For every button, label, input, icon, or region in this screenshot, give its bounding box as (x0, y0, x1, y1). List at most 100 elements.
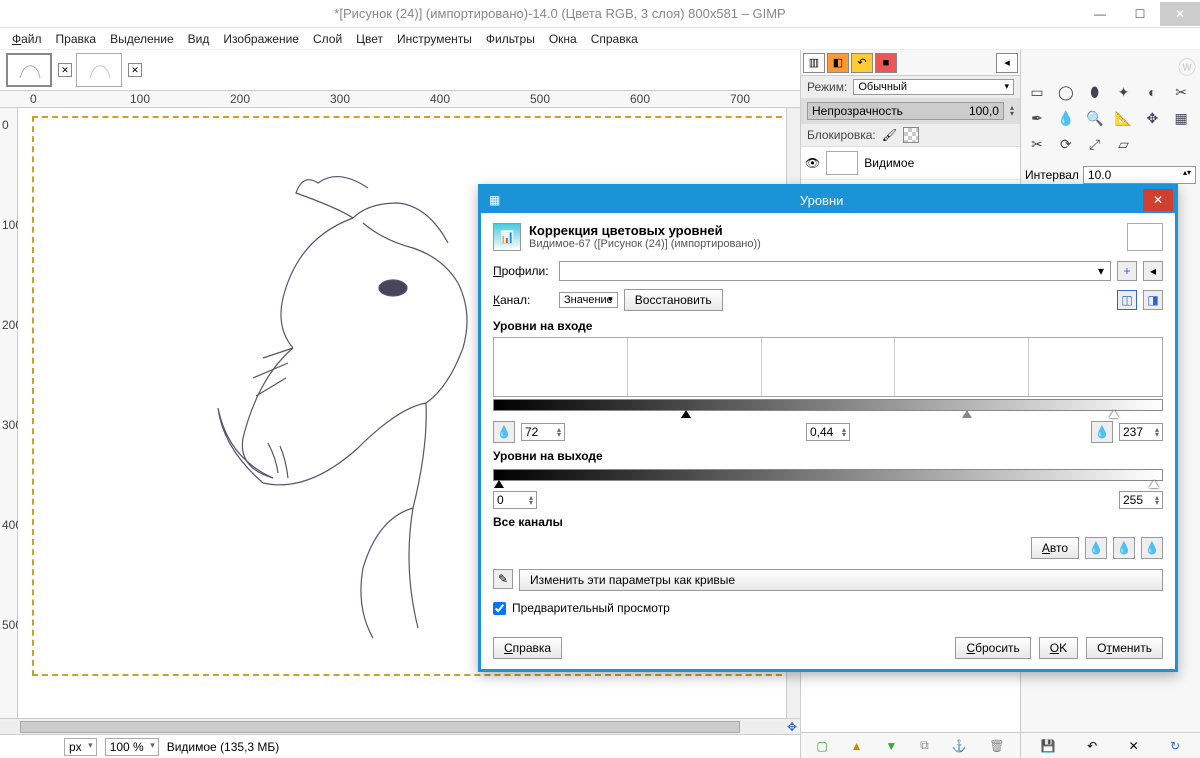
dock-tab-layers[interactable]: ▥ (803, 53, 825, 73)
help-button[interactable]: Справка (493, 637, 562, 659)
save-opts-icon[interactable]: 💾 (1041, 739, 1056, 753)
menu-select[interactable]: Выделение (104, 30, 180, 48)
channel-label: Канал: (493, 293, 553, 307)
profiles-combo[interactable] (559, 261, 1111, 281)
restore-opts-icon[interactable]: ↶ (1087, 739, 1097, 753)
cancel-button[interactable]: Отменить (1086, 637, 1163, 659)
dialog-close-button[interactable]: ✕ (1143, 189, 1173, 211)
curves-icon-button[interactable]: ✎ (493, 569, 513, 589)
auto-button[interactable]: Авто (1031, 537, 1079, 559)
duplicate-layer-icon[interactable]: ⧉ (920, 738, 929, 753)
black-picker[interactable]: 💧 (493, 421, 515, 443)
pick-black-button[interactable]: 💧 (1085, 537, 1107, 559)
histogram-log-button[interactable]: ◨ (1143, 290, 1163, 310)
ok-button[interactable]: OK (1039, 637, 1078, 659)
rect-select-tool[interactable]: ▭ (1025, 80, 1049, 104)
dock-tab-channels[interactable]: ◧ (827, 53, 849, 73)
move-tool[interactable]: ✥ (1140, 106, 1164, 130)
color-select-tool[interactable]: ◐ (1140, 80, 1164, 104)
menu-edit[interactable]: Правка (50, 30, 103, 48)
out-black-slider[interactable] (494, 480, 504, 488)
dialog-preview-thumb (1127, 223, 1163, 251)
free-select-tool[interactable]: ⬮ (1083, 80, 1107, 104)
dock-tab-paths[interactable]: ■ (875, 53, 897, 73)
input-gradient[interactable] (493, 399, 1163, 411)
menu-color[interactable]: Цвет (350, 30, 389, 48)
menu-file[interactable]: Файл (6, 30, 48, 48)
anchor-layer-icon[interactable]: ⚓ (952, 739, 967, 753)
image-tab-2[interactable] (76, 53, 122, 87)
raise-layer-icon[interactable]: ▲ (851, 739, 863, 753)
channel-combo[interactable]: Значение (559, 292, 618, 308)
reset-opts-icon[interactable]: ↻ (1170, 739, 1180, 753)
zoom-combo[interactable]: 100 % (105, 738, 159, 756)
menu-filters[interactable]: Фильтры (480, 30, 541, 48)
dialog-titlebar[interactable]: ▦ Уровни ✕ (481, 187, 1175, 213)
new-layer-icon[interactable]: ▢ (816, 739, 827, 753)
layer-item[interactable]: 👁 Видимое (801, 147, 1020, 180)
menu-tools[interactable]: Инструменты (391, 30, 478, 48)
maximize-button[interactable]: ☐ (1120, 2, 1160, 26)
paths-tool[interactable]: ✒ (1025, 106, 1049, 130)
output-high[interactable]: 255▴▾ (1119, 491, 1163, 509)
visibility-icon[interactable]: 👁 (805, 156, 820, 170)
shear-tool[interactable]: ▱ (1112, 132, 1136, 156)
scale-tool[interactable]: ⤢ (1083, 132, 1107, 156)
unit-combo[interactable]: px (64, 738, 97, 756)
input-high[interactable]: 237▴▾ (1119, 423, 1163, 441)
rotate-tool[interactable]: ⟳ (1054, 132, 1078, 156)
close-button[interactable]: ✕ (1160, 2, 1200, 26)
menu-help[interactable]: Справка (585, 30, 644, 48)
profile-menu-button[interactable]: ◂ (1143, 261, 1163, 281)
white-picker[interactable]: 💧 (1091, 421, 1113, 443)
dock-menu-button[interactable]: ◂ (996, 53, 1018, 73)
menu-windows[interactable]: Окна (543, 30, 583, 48)
pick-white-button[interactable]: 💧 (1141, 537, 1163, 559)
black-point-slider[interactable] (681, 410, 691, 418)
layer-name[interactable]: Видимое (864, 156, 914, 170)
scrollbar-horizontal[interactable]: ✥ (0, 718, 800, 734)
menu-view[interactable]: Вид (182, 30, 216, 48)
color-picker-tool[interactable]: 💧 (1054, 106, 1078, 130)
dialog-subheading: Видимое-67 ([Рисунок (24)] (импортирован… (529, 238, 761, 250)
input-gamma[interactable]: 0,44▴▾ (806, 423, 850, 441)
histogram (493, 337, 1163, 397)
measure-tool[interactable]: 📐 (1112, 106, 1136, 130)
fuzzy-select-tool[interactable]: ✦ (1112, 80, 1136, 104)
white-point-slider[interactable] (1109, 410, 1119, 418)
output-low[interactable]: 0▴▾ (493, 491, 537, 509)
dock-tab-undo[interactable]: ↶ (851, 53, 873, 73)
crop-tool[interactable]: ✂ (1025, 132, 1049, 156)
output-gradient[interactable] (493, 469, 1163, 481)
gamma-slider[interactable] (962, 410, 972, 418)
reset-button[interactable]: Сбросить (955, 637, 1030, 659)
reset-channel-button[interactable]: Восстановить (624, 289, 723, 311)
mode-combo[interactable]: Обычный (853, 79, 1014, 95)
delete-opts-icon[interactable]: ✕ (1129, 739, 1139, 753)
zoom-tool[interactable]: 🔍 (1083, 106, 1107, 130)
tab-close-2[interactable]: ✕ (128, 63, 142, 77)
input-low[interactable]: 72▴▾ (521, 423, 565, 441)
preview-checkbox[interactable] (493, 602, 506, 615)
edit-as-curves-button[interactable]: Изменить эти параметры как кривые (519, 569, 1163, 591)
lock-paint-icon[interactable]: 🖌 (882, 128, 897, 142)
layers-toolbar: ▢ ▲ ▼ ⧉ ⚓ 🗑 (801, 732, 1020, 758)
lower-layer-icon[interactable]: ▼ (885, 739, 897, 753)
menu-layer[interactable]: Слой (307, 30, 348, 48)
align-tool[interactable]: ▦ (1169, 106, 1193, 130)
minimize-button[interactable]: — (1080, 2, 1120, 26)
image-tab-1[interactable] (6, 53, 52, 87)
lock-alpha-icon[interactable] (903, 127, 919, 143)
opacity-slider[interactable]: Непрозрачность 100,0 (807, 102, 1004, 120)
pick-gray-button[interactable]: 💧 (1113, 537, 1135, 559)
interval-spinner[interactable]: 10.0▴▾ (1083, 166, 1196, 184)
out-white-slider[interactable] (1149, 480, 1159, 488)
delete-layer-icon[interactable]: 🗑 (989, 739, 1004, 753)
add-profile-button[interactable]: + (1117, 261, 1137, 281)
ellipse-select-tool[interactable]: ◯ (1054, 80, 1078, 104)
histogram-linear-button[interactable]: ◫ (1117, 290, 1137, 310)
dialog-heading: Коррекция цветовых уровней (529, 223, 723, 238)
scissors-tool[interactable]: ✂ (1169, 80, 1193, 104)
tab-close-1[interactable]: ✕ (58, 63, 72, 77)
menu-image[interactable]: Изображение (217, 30, 305, 48)
